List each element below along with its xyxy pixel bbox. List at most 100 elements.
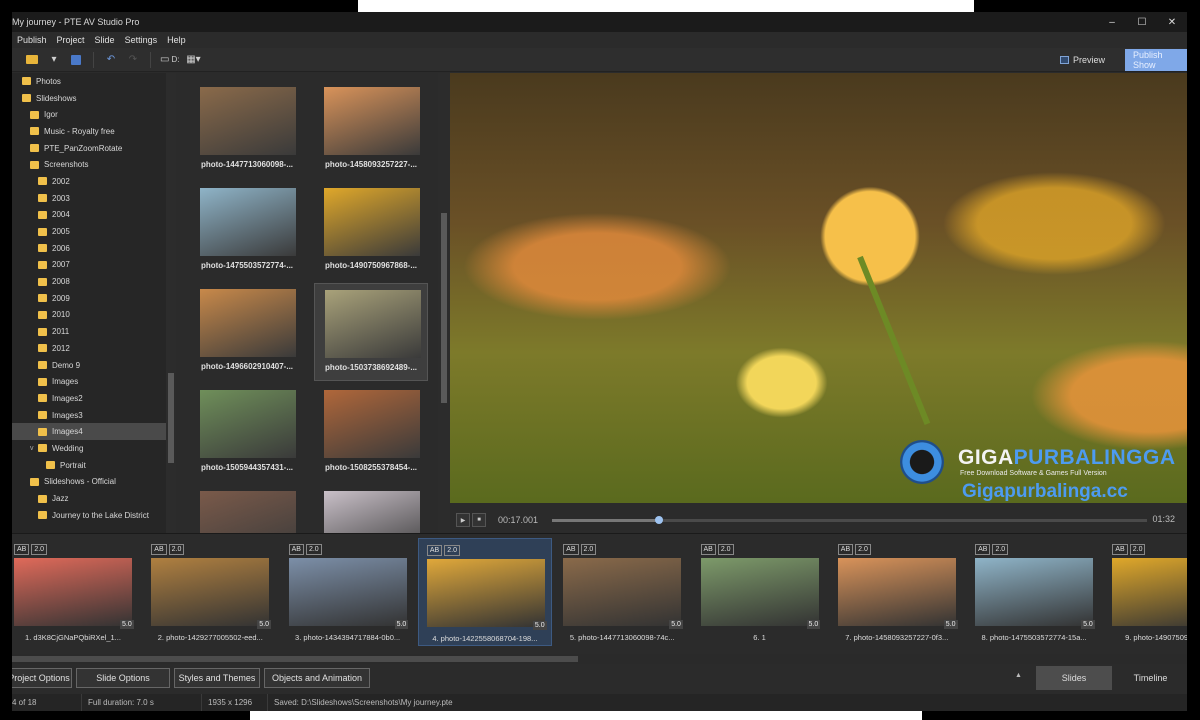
slide-item[interactable]: AB 2.0 5.0 7. photo-1458093257227-0f3... [830, 538, 964, 646]
slide-tag-duration[interactable]: 2.0 [168, 544, 185, 555]
tree-item[interactable]: Images [12, 373, 166, 390]
tree-item[interactable]: 2012 [12, 340, 166, 357]
save-button[interactable] [68, 51, 84, 69]
slide-tag-ab[interactable]: AB [151, 544, 167, 555]
slide-tag-duration[interactable]: 2.0 [717, 544, 734, 555]
tree-item[interactable]: Photos [12, 73, 166, 90]
slide-tag-duration[interactable]: 2.0 [444, 545, 460, 556]
tree-item[interactable]: 2009 [12, 290, 166, 307]
tree-item[interactable]: 2005 [12, 223, 166, 240]
tree-item[interactable]: v Wedding [12, 440, 166, 457]
tree-item[interactable]: Images2 [12, 390, 166, 407]
scrollbar-thumb[interactable] [12, 656, 578, 662]
tree-item[interactable]: Portrait [12, 457, 166, 474]
folder-tree-scrollbar[interactable] [166, 73, 176, 543]
tree-item[interactable]: Images3 [12, 407, 166, 424]
menu-help[interactable]: Help [167, 35, 186, 45]
redo-button[interactable]: ↷ [125, 51, 141, 69]
play-button[interactable]: ▶ [456, 513, 470, 527]
slide-item[interactable]: AB 2.0 5.0 1. d3K8CjGNaPQbiRXel_1... [12, 538, 140, 646]
tree-item[interactable]: Demo 9 [12, 357, 166, 374]
stop-button[interactable]: ■ [472, 513, 486, 527]
slide-tag-ab[interactable]: AB [837, 544, 854, 555]
thumbnail-label: photo-1475503572774-... [200, 261, 294, 270]
tree-item[interactable]: 2006 [12, 240, 166, 257]
slide-item[interactable]: AB 2.0 5.0 5. photo-1447713060098-74c... [555, 538, 689, 646]
tree-item[interactable]: Igor [12, 106, 166, 123]
tree-item[interactable]: Jazz [12, 490, 166, 507]
slide-item[interactable]: AB 2.0 5.0 2. photo-1429277005502-eed... [143, 538, 277, 646]
view-mode-button[interactable]: ▦▾ [185, 51, 201, 69]
drive-button[interactable]: ▭ D: [160, 51, 179, 69]
tree-item[interactable]: PTE_PanZoomRotate [12, 140, 166, 157]
slide-item[interactable]: AB 2.0 5.0 8. photo-1475503572774-15a... [967, 538, 1101, 646]
slide-item[interactable]: AB2.05.09. photo-1490750967868-... [1104, 538, 1187, 646]
tree-item[interactable]: Slideshows [12, 90, 166, 107]
tree-item[interactable]: 2002 [12, 173, 166, 190]
seek-handle[interactable] [655, 516, 664, 524]
slide-item[interactable]: AB 2.0 5.0 4. photo-1422558068704-198... [417, 538, 552, 646]
slide-tags: AB 2.0 [14, 544, 48, 555]
slide-tag-duration[interactable]: 2.0 [305, 544, 322, 555]
tree-item[interactable]: Images4 [12, 423, 166, 441]
slide-tag-ab[interactable]: AB [700, 544, 716, 555]
tree-item[interactable]: Screenshots [12, 156, 166, 173]
maximize-icon[interactable]: ☐ [1127, 12, 1157, 32]
project-options-button[interactable]: Project Options [12, 668, 72, 688]
collapse-arrow-icon[interactable]: ▲ [1015, 672, 1022, 679]
objects-and-animation-button[interactable]: Objects and Animation [264, 668, 370, 688]
tree-item[interactable]: Journey to the Lake District [12, 507, 166, 524]
file-thumbnail[interactable]: photo-1447713060098-... [190, 81, 304, 179]
file-thumbnail[interactable]: photo-1496602910407-... [190, 283, 304, 381]
menu-slide[interactable]: Slide [95, 35, 115, 45]
open-folder-button[interactable] [24, 51, 40, 69]
slide-list-scrollbar[interactable] [12, 654, 1187, 664]
tree-item[interactable]: 2011 [12, 323, 166, 340]
file-thumbnail[interactable]: photo-1508255378454-... [314, 384, 428, 482]
scrollbar-thumb[interactable] [441, 213, 447, 403]
close-icon[interactable]: ✕ [1157, 12, 1187, 32]
expand-toggle-icon[interactable]: v [30, 445, 38, 452]
tree-item[interactable]: 2007 [12, 257, 166, 274]
menu-publish[interactable]: Publish [17, 35, 47, 45]
slide-tag-duration[interactable]: 2.0 [855, 544, 871, 555]
slide-tag-duration[interactable]: 2.0 [580, 544, 597, 555]
styles-and-themes-button[interactable]: Styles and Themes [174, 668, 260, 688]
undo-button[interactable]: ↶ [103, 51, 119, 69]
slide-options-button[interactable]: Slide Options [76, 668, 170, 688]
slide-item[interactable]: AB 2.0 5.0 3. photo-1434394717884-0b0... [281, 538, 415, 646]
tree-item[interactable]: Slideshows - Official [12, 474, 166, 491]
slide-tag-ab[interactable]: AB [1112, 544, 1128, 555]
file-thumbnail[interactable]: photo-1503738692489-... [314, 283, 428, 381]
tree-item[interactable]: Music - Royalty free [12, 123, 166, 140]
slide-tag-ab[interactable]: AB [14, 544, 30, 555]
tab-timeline[interactable]: Timeline [1114, 666, 1187, 690]
slide-tag-duration[interactable]: 2.0 [31, 544, 48, 555]
file-browser-scrollbar[interactable] [438, 73, 450, 543]
slide-tag-ab[interactable]: AB [975, 544, 991, 555]
tree-item[interactable]: 2010 [12, 307, 166, 324]
open-dropdown-button[interactable]: ▾ [46, 51, 62, 69]
slide-tag-ab[interactable]: AB [288, 544, 304, 555]
tree-item[interactable]: 2004 [12, 207, 166, 224]
tab-slides[interactable]: Slides [1036, 666, 1112, 690]
file-thumbnail[interactable]: photo-1475503572774-... [190, 182, 304, 280]
file-thumbnail[interactable]: photo-1505944357431-... [190, 384, 304, 482]
file-thumbnail[interactable]: photo-1458093257227-... [314, 81, 428, 179]
menu-settings[interactable]: Settings [125, 35, 158, 45]
slide-tag-duration[interactable]: 2.0 [1129, 544, 1146, 555]
preview-icon [1059, 56, 1069, 64]
preview-button[interactable]: Preview [1059, 51, 1105, 69]
slide-tag-duration[interactable]: 2.0 [992, 544, 1009, 555]
scrollbar-thumb[interactable] [168, 373, 174, 463]
file-thumbnail[interactable]: photo-1490750967868-... [314, 182, 428, 280]
slide-item[interactable]: AB 2.0 5.0 6. 1 [693, 538, 827, 646]
tree-item[interactable]: 2008 [12, 273, 166, 290]
publish-show-button[interactable]: Publish Show [1125, 49, 1187, 71]
minimize-icon[interactable]: – [1097, 12, 1127, 32]
slide-tag-ab[interactable]: AB [563, 544, 579, 555]
tree-item[interactable]: 2003 [12, 190, 166, 207]
menu-project[interactable]: Project [57, 35, 85, 45]
slide-tag-ab[interactable]: AB [426, 545, 443, 556]
seek-bar[interactable] [552, 516, 1147, 524]
